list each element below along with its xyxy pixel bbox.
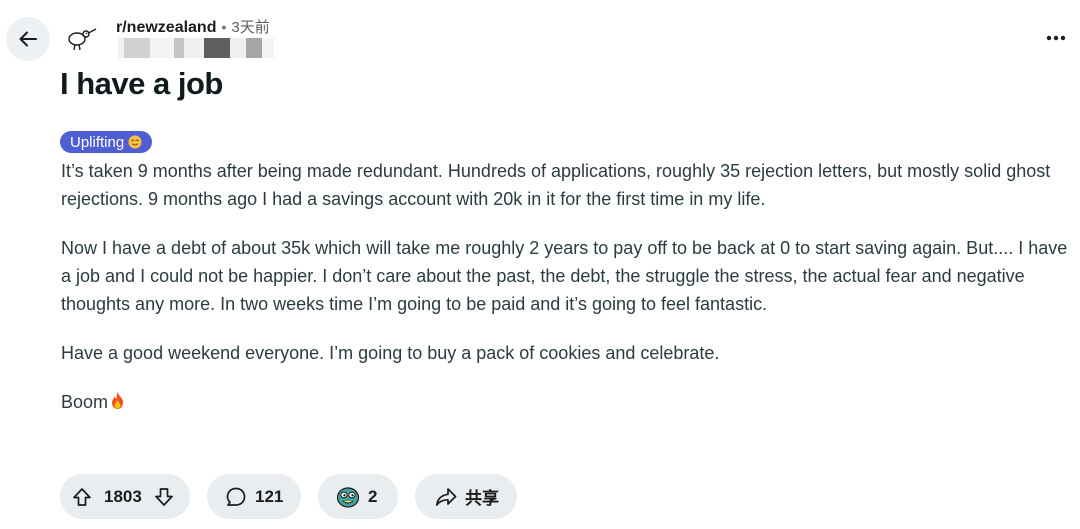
post-paragraph: Now I have a debt of about 35k which wil… xyxy=(61,238,1068,314)
fire-icon xyxy=(112,392,124,409)
redacted-username xyxy=(118,38,274,58)
closing-text: Boom xyxy=(61,392,109,412)
comment-icon xyxy=(226,487,246,506)
meta-separator: • xyxy=(221,19,227,35)
vote-count: 1803 xyxy=(104,486,142,506)
award-icon xyxy=(336,486,360,508)
more-options-button[interactable] xyxy=(1042,26,1070,50)
share-label: 共享 xyxy=(465,489,499,508)
award-count: 2 xyxy=(368,486,378,506)
post-meta: r/newzealand • 3天前 xyxy=(116,16,270,37)
post-flair[interactable]: Uplifting xyxy=(60,131,153,153)
share-button[interactable]: 共享 xyxy=(415,474,517,519)
post-body: It’s taken 9 months after being made red… xyxy=(61,157,1076,416)
vote-bar: 1803 xyxy=(60,474,190,519)
award-button[interactable]: 2 xyxy=(318,474,398,519)
post-title: I have a job xyxy=(60,66,223,101)
relieved-face-icon xyxy=(128,135,142,149)
share-icon xyxy=(435,487,457,506)
post-paragraph: Have a good weekend everyone. I’m going … xyxy=(61,343,720,363)
comment-count: 121 xyxy=(255,486,284,506)
kiwi-bird-icon xyxy=(68,28,97,51)
post-actions: 1803 121 2 共享 xyxy=(60,474,517,519)
flair-label: Uplifting xyxy=(70,133,125,151)
back-button[interactable] xyxy=(6,17,50,61)
post-time: 3天前 xyxy=(231,19,270,36)
downvote-icon[interactable] xyxy=(154,487,174,507)
subreddit-link[interactable]: r/newzealand xyxy=(116,19,216,37)
comments-button[interactable]: 121 xyxy=(207,474,301,519)
more-horizontal-icon xyxy=(1046,35,1066,41)
arrow-left-icon xyxy=(19,31,37,47)
upvote-icon[interactable] xyxy=(72,487,92,507)
post-closing: Boom xyxy=(61,388,1076,416)
post-paragraph: It’s taken 9 months after being made red… xyxy=(61,161,1051,209)
